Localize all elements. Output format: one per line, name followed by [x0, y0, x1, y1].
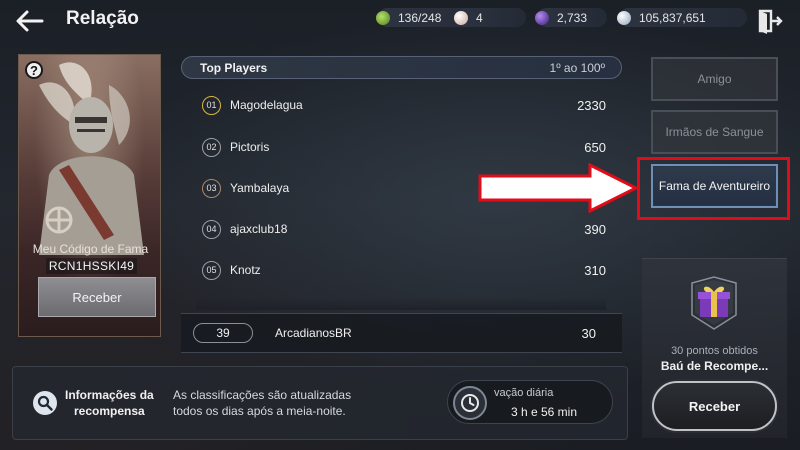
silver-coin-icon	[617, 10, 631, 25]
ranking-range: 1º ao 100º	[549, 61, 605, 75]
resource-orb-value: 2,733	[557, 10, 588, 25]
annotation-highlight-box	[637, 157, 790, 220]
own-player-score: 30	[581, 325, 596, 341]
rank-badge: 01	[202, 95, 221, 115]
reward-points-text: 30 pontos obtidos	[671, 345, 758, 357]
card-receive-button[interactable]: Receber	[38, 277, 156, 317]
gift-box-icon	[691, 276, 737, 330]
reward-info-title: Informações da recompensa	[65, 387, 154, 419]
player-score: 2330	[577, 97, 606, 113]
resource-orb: 2,733	[535, 8, 607, 27]
timer-value: 3 h e 56 min	[510, 405, 578, 419]
rank-badge: 04	[202, 219, 221, 239]
list-fade	[196, 298, 606, 310]
player-score: 390	[584, 221, 606, 237]
tab-irmaos-de-sangue[interactable]: Irmãos de Sangue	[651, 110, 778, 154]
own-rank-badge: 39	[193, 323, 253, 343]
ranking-row[interactable]: 04 ajaxclub18 390	[196, 211, 606, 247]
reward-panel: 30 pontos obtidos Baú de Recompe... Rece…	[642, 258, 787, 438]
rank-badge: 03	[202, 178, 221, 198]
ranking-row[interactable]: 05 Knotz 310	[196, 252, 606, 288]
player-name: Pictoris	[230, 140, 270, 154]
reward-info-desc-line2: todos os dias após a meia-noite.	[173, 404, 346, 418]
page-title: Relação	[66, 8, 139, 29]
player-name: Knotz	[230, 263, 261, 277]
fame-code-label: Meu Código de Fama	[32, 242, 149, 256]
fame-code-card: ? Meu Código de Fama RCN1HSSKI49 Receber	[18, 54, 161, 337]
resource-energy-value: 136/248	[398, 10, 442, 25]
reward-info-desc-line1: As classificações são atualizadas	[173, 388, 352, 402]
own-player-name: ArcadianosBR	[275, 326, 352, 340]
resource-silver: 105,837,651	[617, 8, 747, 27]
reward-info-bar: Informações da recompensa As classificaç…	[12, 366, 628, 440]
ranking-title: Top Players	[200, 61, 268, 75]
ranking-row[interactable]: 01 Magodelagua 2330	[196, 87, 606, 123]
ranking-row[interactable]: 02 Pictoris 650	[196, 129, 606, 165]
rank-badge: 05	[202, 260, 221, 280]
back-arrow-icon[interactable]	[14, 8, 44, 34]
reward-receive-button[interactable]: Receber	[652, 381, 777, 431]
timer-label: vação diária	[494, 387, 554, 399]
help-icon[interactable]: ?	[25, 61, 43, 79]
daily-reset-timer: vação diária 3 h e 56 min	[447, 380, 613, 424]
tab-amigo[interactable]: Amigo	[651, 57, 778, 101]
reward-info-title-line1: Informações da	[65, 388, 154, 402]
knight-portrait	[39, 62, 144, 255]
magnifier-icon[interactable]	[33, 391, 57, 415]
resource-pearl-value: 4	[476, 10, 483, 25]
reward-info-title-line2: recompensa	[74, 404, 145, 418]
green-gem-icon	[376, 10, 390, 25]
fame-code-value: RCN1HSSKI49	[46, 258, 137, 274]
purple-orb-icon	[535, 10, 549, 25]
reward-name: Baú de Recompe...	[660, 359, 769, 373]
own-ranking-row: 39 ArcadianosBR 30	[181, 313, 622, 353]
ranking-header: Top Players 1º ao 100º	[181, 56, 622, 79]
player-name: Magodelagua	[230, 98, 303, 112]
player-score: 650	[584, 139, 606, 155]
reward-info-description: As classificações são atualizadas todos …	[173, 387, 351, 419]
exit-door-icon[interactable]	[757, 8, 783, 34]
player-score: 310	[584, 262, 606, 278]
annotation-arrow	[478, 163, 640, 213]
clock-icon	[453, 386, 487, 420]
pearl-icon	[454, 10, 468, 25]
resource-silver-value: 105,837,651	[639, 10, 706, 25]
rank-badge: 02	[202, 137, 221, 157]
resource-pearl: 4	[454, 8, 526, 27]
player-name: ajaxclub18	[230, 222, 288, 236]
